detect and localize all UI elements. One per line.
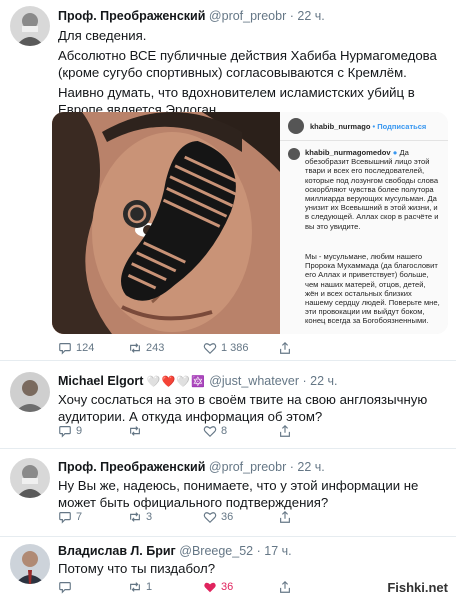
tweet-image[interactable]: khabib_nurmago • Подписаться khabib_nurm…: [52, 112, 448, 334]
share-icon: [280, 424, 290, 437]
like-count: 36: [221, 581, 234, 593]
author-name[interactable]: Владислав Л. Бриг: [58, 544, 176, 558]
heart-icon: [203, 512, 217, 524]
instagram-header: khabib_nurmago • Подписаться: [280, 112, 448, 141]
share-button[interactable]: [278, 341, 292, 355]
like-count: 8: [221, 425, 228, 437]
instagram-follow-label: • Подписаться: [372, 122, 427, 131]
reply-count: 124: [76, 342, 95, 354]
tweet-text: Хочу сослаться на это в своём твите на с…: [58, 392, 428, 424]
retweet-count: 1: [146, 581, 153, 593]
tweet-actions: 9 8: [58, 424, 418, 440]
reply-button[interactable]: 9: [58, 424, 82, 438]
tweet-1[interactable]: Проф. Преображенский @prof_preobr · 22 ч…: [0, 0, 456, 361]
retweet-icon: [130, 426, 140, 436]
timestamp[interactable]: · 22 ч.: [303, 374, 338, 388]
tweet-line: Для сведения.: [58, 28, 147, 43]
avatar[interactable]: [10, 372, 50, 412]
timestamp[interactable]: · 17 ч.: [257, 544, 292, 558]
retweet-count: 243: [146, 342, 165, 354]
retweet-icon: [130, 512, 140, 522]
instagram-caption: khabib_nurmagomedov ● Да обезобразит Все…: [305, 148, 441, 231]
tweet-header: Владислав Л. Бриг @Breege_52 · 17 ч.: [58, 544, 292, 558]
retweet-icon: [130, 582, 140, 592]
reply-icon: [59, 512, 71, 524]
retweet-count: 3: [146, 511, 153, 523]
author-handle[interactable]: @prof_preobr: [209, 9, 286, 23]
author-handle[interactable]: @Breege_52: [179, 544, 253, 558]
reply-icon: [59, 582, 71, 594]
tweet-actions: 7 3 36: [58, 510, 418, 526]
tweet-3[interactable]: Проф. Преображенский @prof_preobr · 22 ч…: [0, 448, 456, 537]
verified-icon: ●: [392, 148, 398, 157]
instagram-caption-text: Да обезобразит Всевышний лицо этой твари…: [305, 148, 439, 231]
tweet-header: Проф. Преображенский @prof_preobr · 22 ч…: [58, 9, 325, 23]
instagram-username: khabib_nurmago: [310, 122, 371, 131]
retweet-button[interactable]: 243: [128, 341, 164, 355]
share-button[interactable]: [278, 580, 292, 594]
tweet-line: Абсолютно ВСЕ публичные действия Хабиба …: [58, 48, 437, 80]
share-button[interactable]: [278, 424, 292, 438]
tweet-text: Для сведения. Абсолютно ВСЕ публичные де…: [58, 27, 446, 121]
like-button[interactable]: 1 386: [203, 341, 249, 355]
reply-button[interactable]: [58, 580, 76, 594]
retweet-button[interactable]: [128, 424, 146, 438]
heart-filled-icon: [204, 582, 216, 593]
like-button[interactable]: 36: [203, 580, 233, 594]
author-handle[interactable]: @prof_preobr: [209, 460, 286, 474]
instagram-caption-user: khabib_nurmagomedov: [305, 148, 391, 157]
name-emoji: 🤍❤️🤍🔯: [146, 376, 206, 388]
tweet-actions: 1 36: [58, 580, 418, 596]
reply-count: 7: [76, 511, 83, 523]
instagram-avatar: [288, 118, 304, 134]
like-count: 1 386: [221, 342, 249, 354]
tweet-header: Проф. Преображенский @prof_preobr · 22 ч…: [58, 460, 325, 474]
author-handle[interactable]: @just_whatever: [209, 374, 299, 388]
like-button[interactable]: 36: [203, 510, 233, 524]
retweet-button[interactable]: 3: [128, 510, 152, 524]
reply-icon: [59, 343, 71, 355]
author-name[interactable]: Michael Elgort: [58, 374, 143, 388]
avatar[interactable]: [10, 458, 50, 498]
reply-icon: [59, 426, 71, 438]
timestamp[interactable]: · 22 ч.: [290, 9, 325, 23]
share-icon: [280, 510, 290, 523]
share-icon: [280, 580, 290, 593]
like-count: 36: [221, 511, 234, 523]
watermark-logo: Fishki.net: [383, 579, 452, 596]
heart-icon: [203, 426, 217, 438]
reply-button[interactable]: 7: [58, 510, 82, 524]
photo-face-with-shoeprint: [52, 112, 280, 334]
instagram-caption-2: Мы - мусульмане, любим нашего Пророка Му…: [305, 252, 440, 326]
author-name[interactable]: Проф. Преображенский: [58, 9, 205, 23]
reply-button[interactable]: 124: [58, 341, 94, 355]
heart-icon: [203, 343, 217, 355]
tweet-header: Michael Elgort 🤍❤️🤍🔯 @just_whatever · 22…: [58, 374, 338, 388]
tweet-text: Ну Вы же, надеюсь, понимаете, что у этой…: [58, 478, 419, 510]
author-name[interactable]: Проф. Преображенский: [58, 460, 205, 474]
retweet-icon: [130, 343, 140, 353]
share-button[interactable]: [278, 510, 292, 524]
retweet-button[interactable]: 1: [128, 580, 152, 594]
like-button[interactable]: 8: [203, 424, 227, 438]
instagram-screenshot: khabib_nurmago • Подписаться khabib_nurm…: [280, 112, 448, 334]
share-icon: [280, 341, 290, 354]
reply-count: 9: [76, 425, 83, 437]
instagram-caption-avatar: [288, 148, 300, 160]
tweet-actions: 124 243 1 386: [58, 341, 418, 357]
avatar[interactable]: [10, 544, 50, 584]
avatar[interactable]: [10, 6, 50, 46]
timestamp[interactable]: · 22 ч.: [290, 460, 325, 474]
tweet-2[interactable]: Michael Elgort 🤍❤️🤍🔯 @just_whatever · 22…: [0, 360, 456, 449]
tweet-text: Потому что ты пиздабол?: [58, 561, 216, 576]
